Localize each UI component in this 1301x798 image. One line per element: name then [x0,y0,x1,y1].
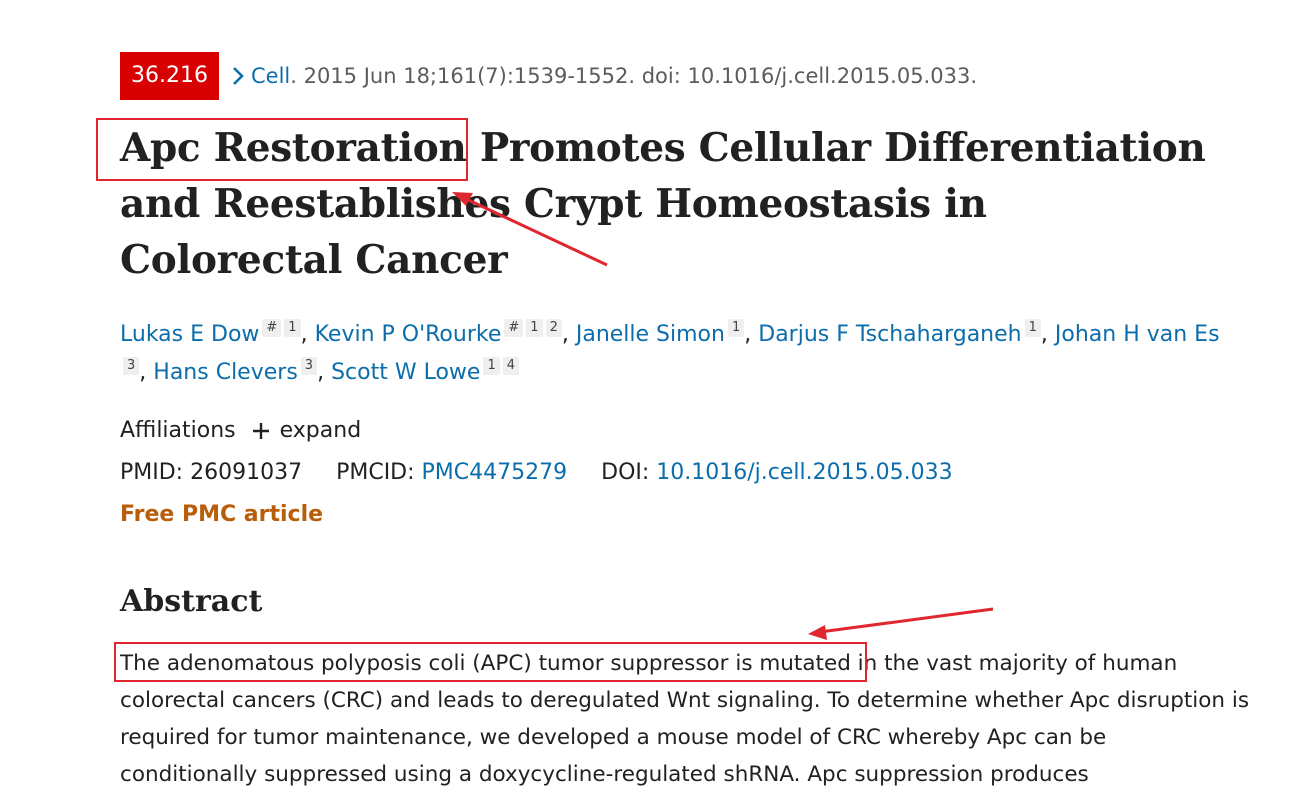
article-title: Apc Restoration Promotes Cellular Differ… [120,125,1206,283]
author-link[interactable]: Darjus F Tschaharganeh [758,322,1021,347]
author-link[interactable]: Lukas E Dow [120,322,259,347]
abstract-heading: Abstract [120,584,263,619]
identifiers-row: PMID: 26091037 PMCID: PMC4475279 DOI: 10… [120,456,953,490]
affiliation-marker[interactable]: 2 [545,319,562,337]
affiliation-marker[interactable]: 3 [123,357,140,375]
affiliation-marker[interactable]: 1 [284,319,301,337]
affiliation-marker[interactable]: 3 [300,357,318,375]
affiliation-marker[interactable]: # [262,319,282,337]
author-link[interactable]: Hans Clevers [153,360,298,385]
affiliation-marker[interactable]: 1 [727,319,745,337]
author-list: Lukas E Dow #1, Kevin P O'Rourke #1 2, Jane… [120,319,1220,385]
pmid-label: PMID: [120,460,184,485]
plus-icon [252,422,270,440]
abstract-text: The adenomatous polyposis coli (APC) tum… [120,651,1250,787]
affiliations-label: Affiliations [120,418,236,443]
author-link[interactable]: Janelle Simon [576,322,725,347]
journal-link[interactable]: Cell [251,64,290,88]
author-link[interactable]: Scott W Lowe [331,360,480,385]
affiliations-row: Affiliations expand [120,414,361,448]
author-link[interactable]: Kevin P O'Rourke [315,322,502,347]
pmcid-link[interactable]: PMC4475279 [422,460,568,485]
abstract-arrowhead [808,625,827,640]
free-pmc-article-link[interactable]: Free PMC article [120,498,323,532]
chevron-right-icon[interactable] [229,65,247,87]
affiliation-marker[interactable]: 1 [526,319,543,337]
citation-line: 36.216 Cell. 2015 Jun 18;161(7):1539-155… [120,52,977,100]
affiliation-marker[interactable]: 1 [1024,319,1041,337]
affiliation-marker[interactable]: 4 [502,357,519,375]
affiliation-marker[interactable]: # [504,319,524,337]
author-link[interactable]: Johan H van Es [1055,322,1220,347]
pmid-value: 26091037 [190,460,303,485]
abstract-annotation-arrow [819,607,994,634]
impact-factor-badge: 36.216 [120,52,219,100]
citation-details: . 2015 Jun 18;161(7):1539-1552. doi: 10.… [290,64,977,88]
pmcid-label: PMCID: [336,460,415,485]
affiliations-expand-button[interactable]: expand [252,414,362,448]
affiliation-marker[interactable]: 1 [483,357,500,375]
doi-link[interactable]: 10.1016/j.cell.2015.05.033 [656,460,952,485]
doi-label: DOI: [601,460,650,485]
expand-label: expand [279,418,362,443]
